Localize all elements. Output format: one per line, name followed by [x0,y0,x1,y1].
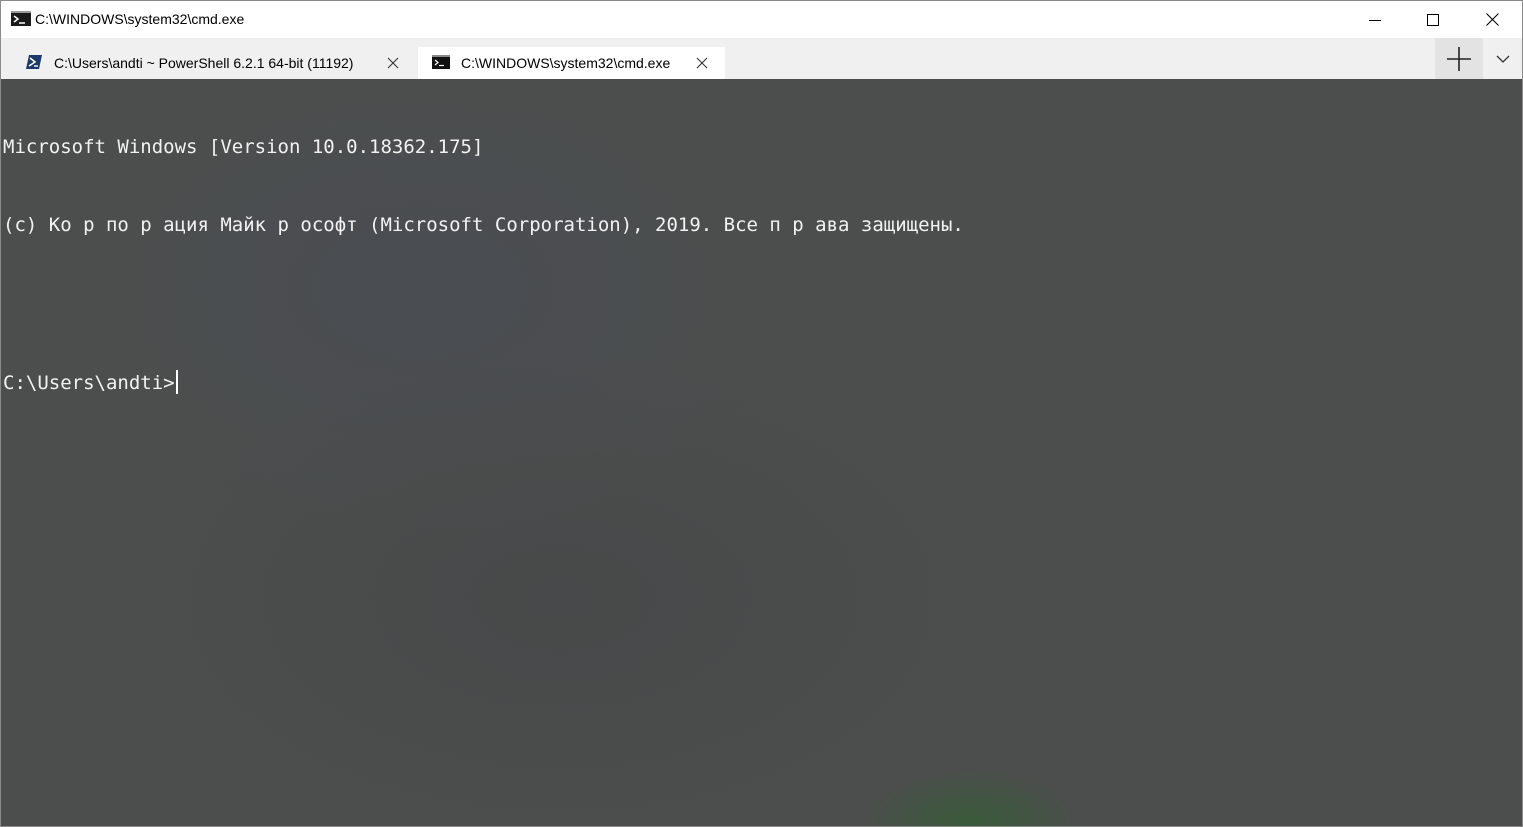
title-bar[interactable]: C:\WINDOWS\system32\cmd.exe [1,1,1522,38]
plus-icon [1447,46,1471,71]
minimize-icon [1369,19,1381,21]
chevron-down-icon [1496,55,1510,63]
close-window-button[interactable] [1463,1,1521,38]
terminal-line: Microsoft Windows [Version 10.0.18362.17… [3,135,484,158]
text-cursor [175,370,178,395]
prompt-line[interactable]: C:\Users\andti> [3,370,964,396]
tab-cmd[interactable]: C:\WINDOWS\system32\cmd.exe [418,47,725,79]
terminal-window: C:\WINDOWS\system32\cmd.exe C:\Users\and… [0,0,1523,827]
maximize-icon [1427,13,1439,26]
new-tab-dropdown-button[interactable] [1485,38,1521,79]
close-icon [1485,13,1499,26]
tab-powershell[interactable]: C:\Users\andti ~ PowerShell 6.2.1 64-bit… [2,47,412,79]
new-tab-button[interactable] [1435,38,1483,79]
close-icon[interactable] [695,56,709,70]
terminal-pane[interactable]: Microsoft Windows [Version 10.0.18362.17… [1,79,1522,826]
maximize-button[interactable] [1404,1,1462,38]
terminal-line: (c) Ко р по р ация Майк р ософт (Microso… [3,214,964,237]
terminal-output: Microsoft Windows [Version 10.0.18362.17… [3,81,964,449]
prompt-text: C:\Users\andti> [3,372,175,395]
minimize-button[interactable] [1346,1,1404,38]
tab-label: C:\Users\andti ~ PowerShell 6.2.1 64-bit… [54,55,354,71]
window-title: C:\WINDOWS\system32\cmd.exe [35,11,245,27]
close-icon[interactable] [386,56,400,70]
cmd-icon [432,55,450,69]
powershell-icon [26,55,42,69]
tab-strip: C:\Users\andti ~ PowerShell 6.2.1 64-bit… [1,38,1522,79]
tab-label: C:\WINDOWS\system32\cmd.exe [461,55,671,71]
cmd-icon [11,11,31,26]
